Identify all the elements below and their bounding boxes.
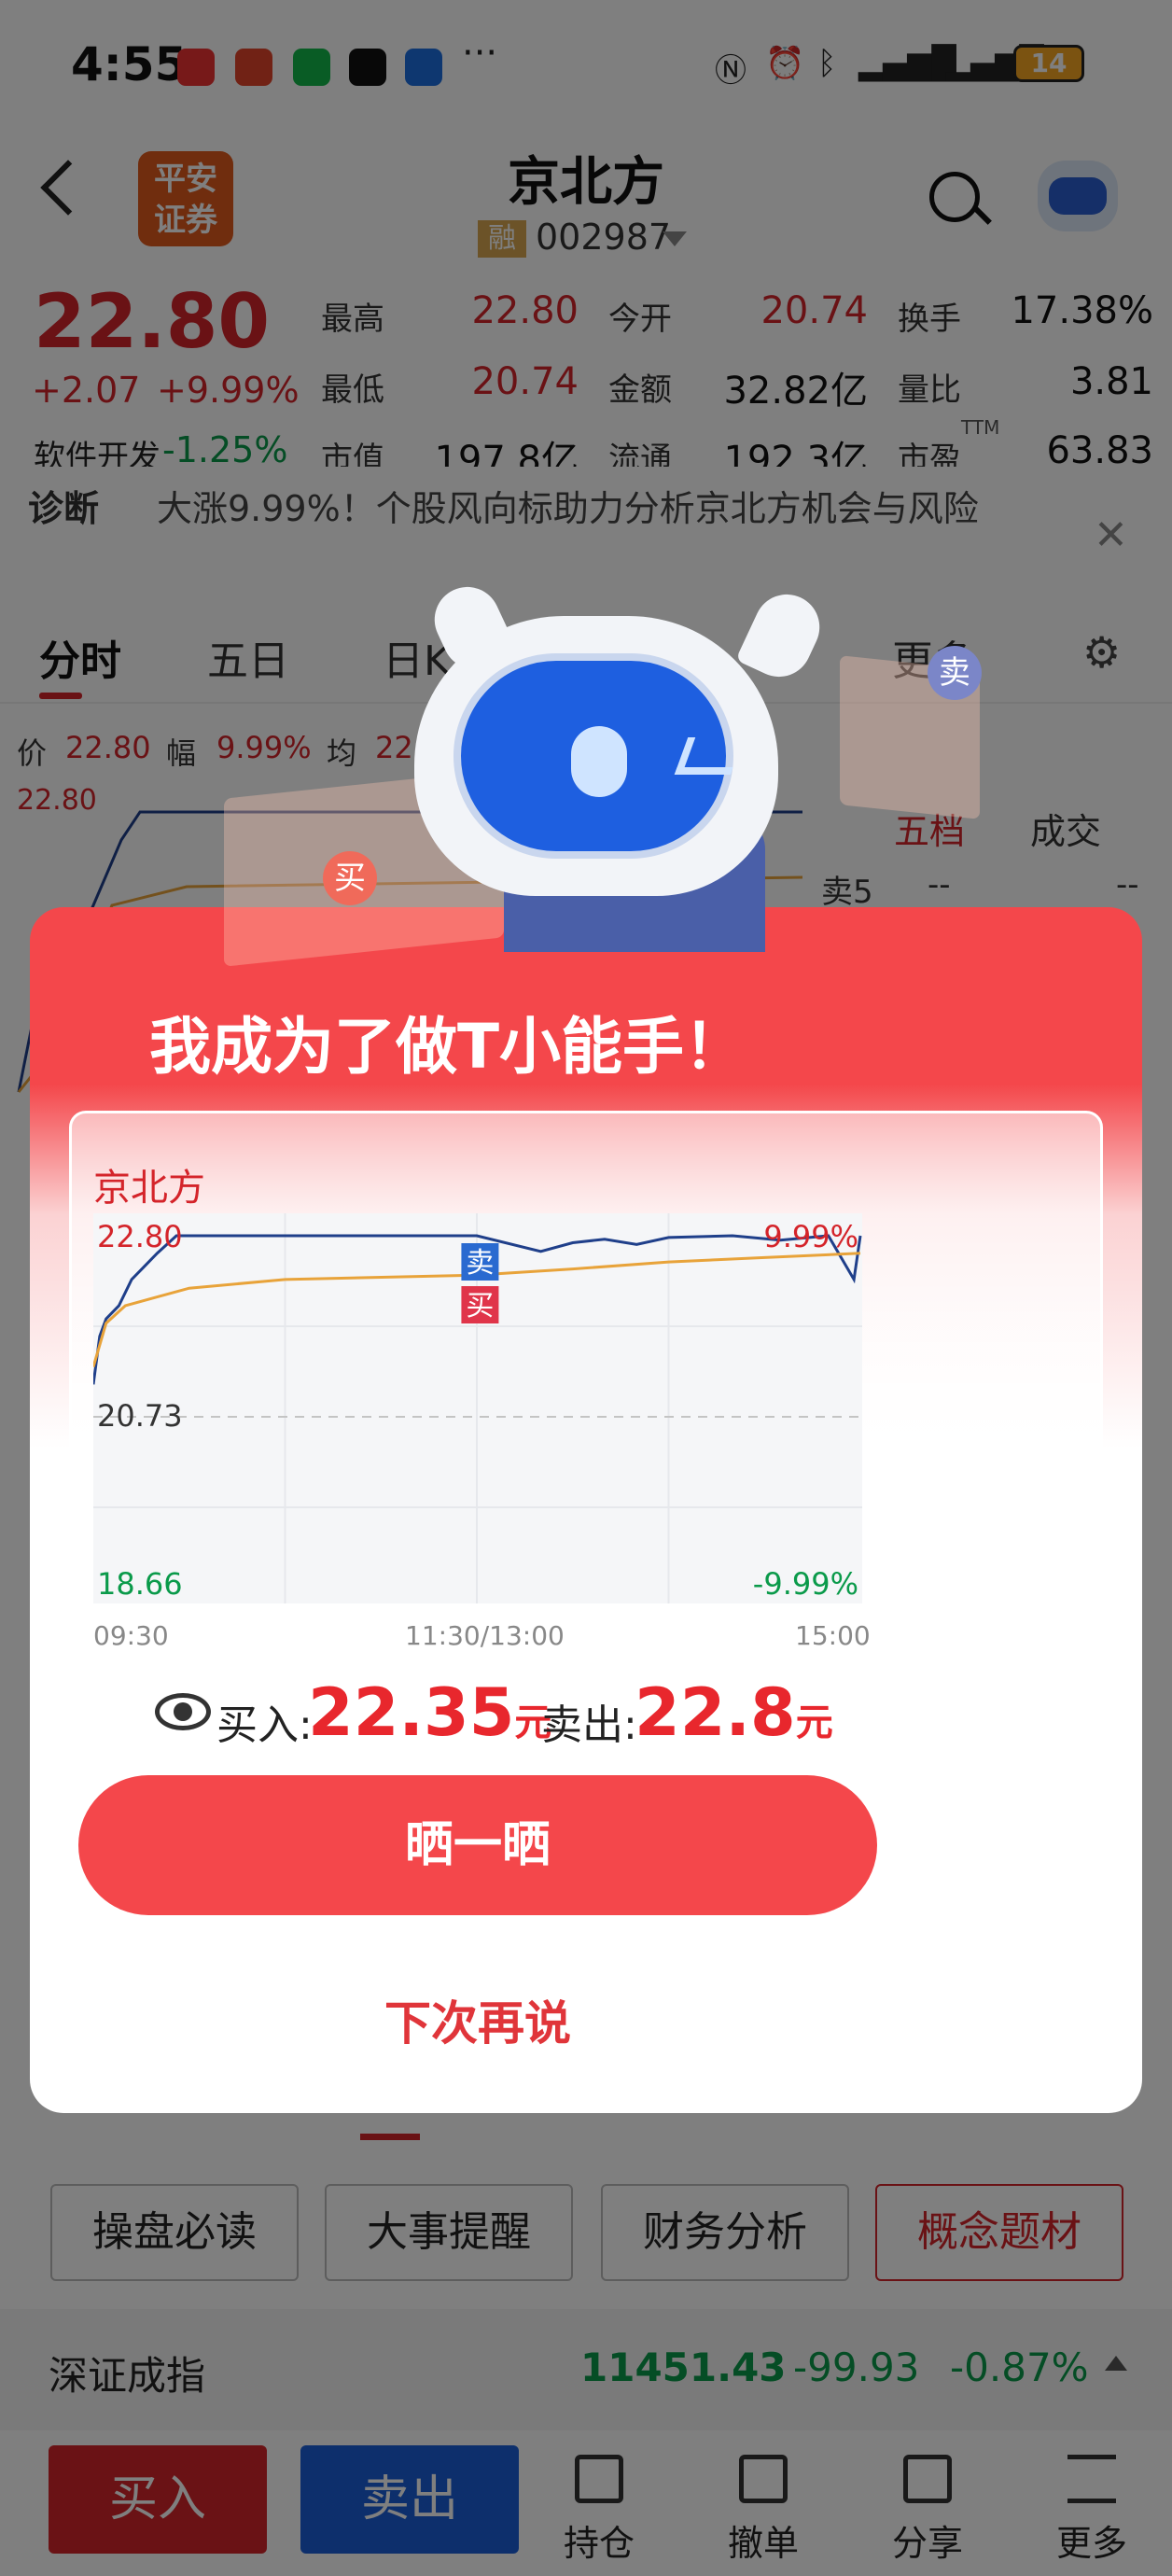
y-left-tick-0: 22.80 [97, 1219, 183, 1254]
buy-price-value: 22.35元 [308, 1674, 551, 1751]
dismiss-button[interactable]: 下次再说 [0, 1986, 956, 2053]
trade-marker-label-0: 卖 [466, 1247, 494, 1280]
sell-price-unit: 元 [795, 1701, 833, 1744]
x-tick-mid: 11:30/13:00 [405, 1620, 565, 1651]
y-left-tick-2: 18.66 [97, 1566, 183, 1602]
buy-price-label: 买入: [216, 1701, 313, 1749]
share-button[interactable]: 晒一晒 [78, 1775, 877, 1915]
sell-price-label: 卖出: [541, 1701, 637, 1749]
trade-marker-label-1: 买 [466, 1290, 494, 1323]
mascot-eye [571, 726, 627, 797]
eye-icon-pupil [174, 1702, 192, 1721]
y-right-tick-1: -9.99% [753, 1566, 858, 1602]
intraday-mini-chart: 卖买 22.80 20.73 18.66 9.99% -9.99% [93, 1213, 862, 1603]
sell-price-value: 22.8元 [635, 1674, 833, 1751]
buy-price-number: 22.35 [308, 1674, 515, 1751]
sell-price-number: 22.8 [635, 1674, 796, 1751]
card-stock-name: 京北方 [93, 1167, 205, 1210]
y-right-tick-0: 9.99% [763, 1219, 858, 1254]
x-tick-end: 15:00 [795, 1620, 871, 1651]
x-tick-start: 09:30 [93, 1620, 169, 1651]
mascot-buy-badge: 买 [323, 851, 377, 905]
mascot-sell-badge: 卖 [928, 646, 982, 700]
y-left-tick-1: 20.73 [97, 1398, 183, 1434]
modal-title: 我成为了做T小能手！ [149, 1011, 746, 1083]
